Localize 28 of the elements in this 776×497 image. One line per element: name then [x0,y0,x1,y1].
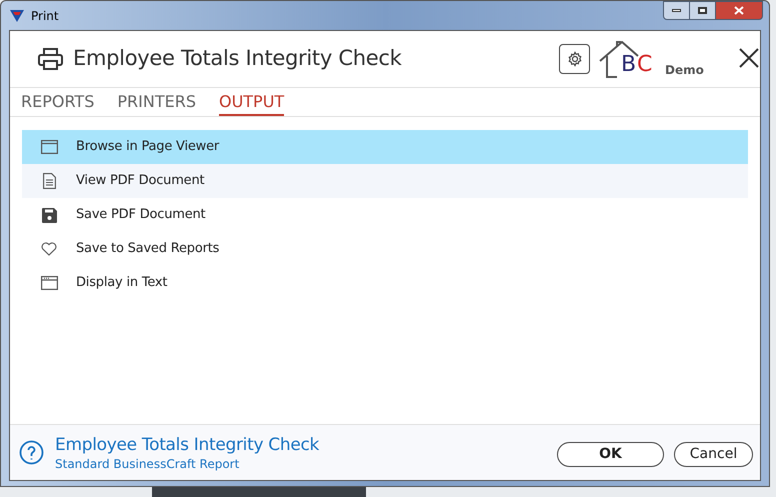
tab[interactable]: REPORTS [21,91,94,116]
footer-title: Employee Totals Integrity Check [55,434,320,456]
close-icon [734,6,744,15]
output-option[interactable]: View PDF Document [22,164,748,198]
minimize-button[interactable] [663,1,690,20]
app-logo-icon [9,8,25,22]
logo-letter: C [637,53,652,77]
help-icon [19,440,44,465]
logo-label: Demo [665,62,704,79]
window-icon [40,140,58,154]
maximize-button[interactable] [690,1,716,20]
document-icon [42,173,56,189]
text-window-icon [40,276,58,290]
settings-button[interactable] [559,44,590,74]
printer-icon [38,48,63,70]
tab[interactable]: OUTPUT [218,91,284,116]
heart-icon [41,242,57,256]
close-button[interactable] [716,1,763,20]
gear-icon [566,51,582,67]
cancel-button[interactable]: Cancel [674,442,753,467]
output-option[interactable]: Browse in Page Viewer [22,130,748,164]
footer-subtitle: Standard BusinessCraft Report [55,456,240,472]
report-title: Employee Totals Integrity Check [73,45,402,72]
tab[interactable]: PRINTERS [117,91,196,116]
logo-letter: B [621,53,636,77]
window-title: Print [31,8,59,24]
close-button[interactable] [738,47,760,69]
ok-button[interactable]: OK [557,442,664,467]
